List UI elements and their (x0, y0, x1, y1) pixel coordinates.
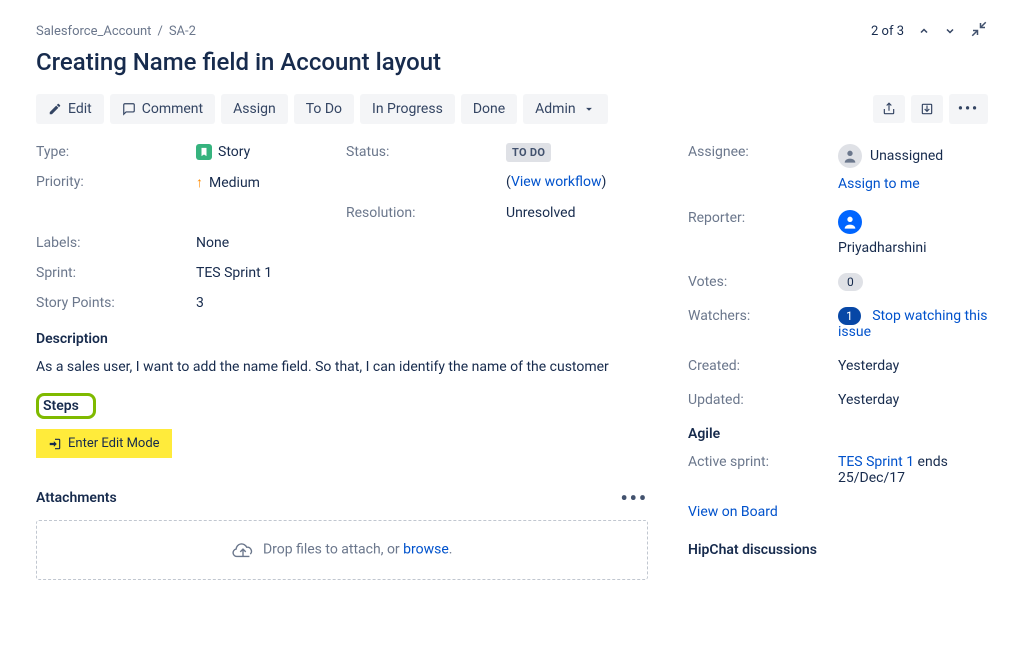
priority-icon: ↑ (196, 174, 203, 191)
dropzone-text: Drop files to attach, or (263, 542, 403, 558)
attachments-title: Attachments (36, 490, 117, 506)
created-label: Created: (688, 358, 838, 374)
avatar-unassigned-icon (838, 144, 862, 168)
updated-label: Updated: (688, 392, 838, 408)
story-points-label: Story Points: (36, 295, 196, 311)
watchers-count-badge: 1 (838, 307, 861, 325)
reporter-label: Reporter: (688, 210, 838, 226)
page-title: Creating Name field in Account layout (36, 48, 988, 76)
resolution-value: Unresolved (506, 205, 648, 221)
comment-button-label: Comment (142, 101, 203, 117)
sprint-value: TES Sprint 1 (196, 265, 648, 281)
description-text: As a sales user, I want to add the name … (36, 357, 648, 377)
sprint-label: Sprint: (36, 265, 196, 281)
breadcrumb-separator: / (157, 24, 162, 39)
assignee-label: Assignee: (688, 144, 838, 160)
side-column: Assignee: Unassigned Assign to me Report… (688, 144, 988, 580)
export-icon (920, 102, 934, 116)
labels-label: Labels: (36, 235, 196, 251)
enter-edit-mode-button[interactable]: Enter Edit Mode (36, 429, 172, 458)
admin-dropdown[interactable]: Admin (523, 94, 607, 124)
attachments-dropzone[interactable]: Drop files to attach, or browse. (36, 520, 648, 580)
description-title: Description (36, 331, 648, 347)
edit-button-label: Edit (68, 101, 92, 117)
status-label: Status: (346, 144, 506, 160)
enter-edit-mode-label: Enter Edit Mode (68, 436, 160, 451)
export-button[interactable] (911, 95, 943, 123)
priority-label: Priority: (36, 174, 196, 191)
avatar-reporter-icon (838, 210, 862, 234)
hipchat-section-title: HipChat discussions (688, 542, 988, 558)
browse-link[interactable]: browse (403, 542, 449, 558)
share-button[interactable] (873, 95, 905, 123)
votes-label: Votes: (688, 274, 838, 290)
priority-value: ↑ Medium (196, 174, 346, 191)
assign-button[interactable]: Assign (221, 94, 288, 124)
labels-value: None (196, 235, 648, 251)
collapse-icon[interactable] (970, 20, 988, 42)
breadcrumb-issue-key[interactable]: SA-2 (169, 24, 196, 39)
type-value: Story (196, 144, 346, 160)
main-column: Type: Story Status: TO DO Priority: ↑ Me… (36, 144, 648, 580)
resolution-label: Resolution: (346, 205, 506, 221)
type-label: Type: (36, 144, 196, 160)
agile-section-title: Agile (688, 426, 988, 442)
assignee-value-row: Unassigned (838, 144, 988, 168)
more-actions-button[interactable]: ••• (949, 94, 988, 124)
attachments-more-button[interactable]: ••• (620, 486, 648, 510)
active-sprint-label: Active sprint: (688, 454, 838, 470)
story-icon (196, 144, 212, 160)
assign-to-me-link[interactable]: Assign to me (838, 176, 920, 192)
pager-text: 2 of 3 (871, 24, 904, 39)
reporter-value: Priyadharshini (838, 240, 988, 256)
share-icon (882, 102, 896, 116)
pager-next[interactable] (944, 25, 956, 37)
view-workflow-cell: (View workflow) (506, 174, 648, 191)
story-points-value: 3 (196, 295, 648, 311)
updated-value: Yesterday (838, 392, 988, 408)
watchers-label: Watchers: (688, 308, 838, 324)
done-button[interactable]: Done (461, 94, 517, 124)
comment-button[interactable]: Comment (110, 94, 215, 124)
steps-title: Steps (36, 393, 96, 419)
status-lozenge: TO DO (506, 143, 551, 162)
edit-button[interactable]: Edit (36, 94, 104, 124)
pager-prev[interactable] (918, 25, 930, 37)
breadcrumb-row: Salesforce_Account / SA-2 2 of 3 (36, 20, 988, 42)
toolbar: Edit Comment Assign To Do In Progress Do… (36, 94, 988, 124)
todo-button[interactable]: To Do (294, 94, 354, 124)
chevron-down-icon (582, 102, 596, 116)
upload-icon (232, 539, 254, 561)
view-on-board-link[interactable]: View on Board (688, 504, 778, 520)
breadcrumb-project[interactable]: Salesforce_Account (36, 24, 151, 39)
votes-badge: 0 (838, 273, 863, 291)
in-progress-button[interactable]: In Progress (360, 94, 455, 124)
active-sprint-link[interactable]: TES Sprint 1 (838, 454, 914, 470)
created-value: Yesterday (838, 358, 988, 374)
reporter-value-row (838, 210, 988, 234)
comment-icon (122, 102, 136, 116)
status-value: TO DO (506, 144, 648, 160)
more-icon: ••• (958, 101, 979, 117)
pencil-icon (48, 102, 62, 116)
view-workflow-link[interactable]: View workflow (511, 174, 602, 190)
enter-icon (48, 437, 62, 451)
